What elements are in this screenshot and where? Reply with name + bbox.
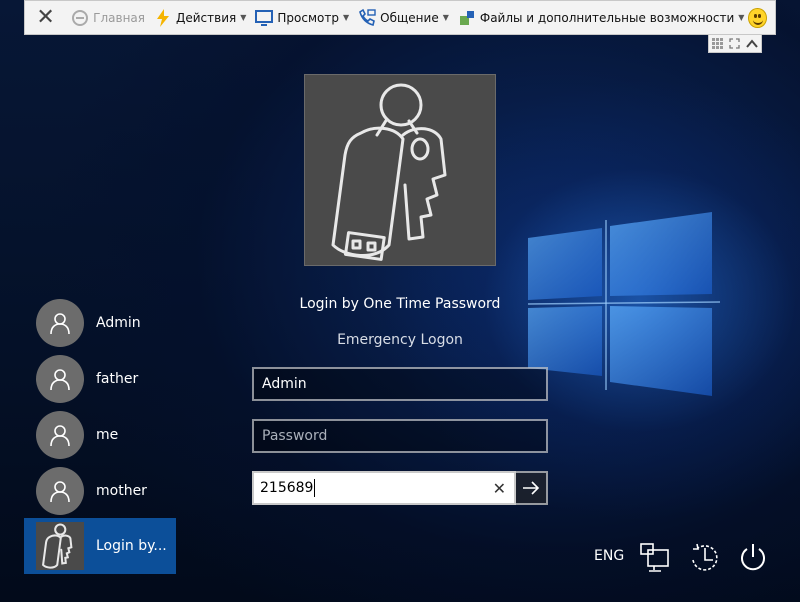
arrow-right-icon [523, 481, 540, 495]
password-field[interactable]: Password [252, 419, 548, 453]
submit-button[interactable] [516, 471, 548, 505]
toolbar-subbar [708, 35, 762, 53]
communication-menu[interactable]: Общение ▼ [353, 1, 453, 34]
files-label: Файлы и дополнительные возможности [479, 10, 735, 25]
username-value: Admin [262, 376, 307, 392]
chevron-up-icon[interactable] [746, 38, 758, 49]
user-name: father [96, 371, 139, 387]
keys-icon [42, 523, 73, 569]
user-name: Login by... [96, 538, 167, 554]
avatar [36, 467, 84, 515]
user-item-mother[interactable]: mother [24, 463, 224, 519]
chevron-down-icon: ▼ [342, 13, 350, 22]
user-item-me[interactable]: me [24, 407, 224, 463]
close-button[interactable]: ✕ [25, 1, 66, 34]
person-icon [50, 481, 70, 503]
clear-icon[interactable]: ✕ [493, 479, 506, 498]
user-name: me [96, 427, 119, 443]
ease-of-access-icon[interactable] [688, 540, 722, 574]
user-name: mother [96, 483, 147, 499]
page-title: Login by One Time Password [299, 296, 501, 312]
otp-value: 215689 [260, 480, 314, 496]
chevron-down-icon: ▼ [442, 13, 449, 22]
phone-chat-icon [359, 8, 376, 26]
grid-icon[interactable] [711, 37, 724, 50]
emergency-logon-link[interactable]: Emergency Logon [252, 332, 548, 348]
password-placeholder: Password [262, 428, 328, 444]
user-item-father[interactable]: father [24, 351, 224, 407]
files-menu[interactable]: Файлы и дополнительные возможности ▼ [453, 1, 749, 34]
avatar [36, 299, 84, 347]
otp-key-tile [304, 74, 496, 266]
communication-label: Общение [380, 10, 439, 25]
user-list: Admin father me mother Login by... [24, 295, 224, 574]
avatar [36, 522, 84, 570]
person-icon [50, 369, 70, 391]
user-item-otp-selected[interactable]: Login by... [24, 518, 176, 574]
puzzle-icon [459, 10, 474, 25]
avatar [36, 411, 84, 459]
lightning-icon [157, 8, 169, 27]
remote-toolbar: ✕ Главная Действия ▼ Просмотр ▼ Общение … [24, 0, 776, 35]
chevron-down-icon: ▼ [240, 13, 247, 22]
user-item-admin[interactable]: Admin [24, 295, 224, 351]
text-caret [314, 479, 316, 497]
view-label: Просмотр [277, 10, 339, 25]
home-icon [72, 9, 89, 26]
view-menu[interactable]: Просмотр ▼ [250, 1, 353, 34]
feedback-smiley-icon[interactable] [748, 7, 767, 28]
power-icon[interactable] [736, 540, 770, 574]
home-label: Главная [93, 10, 145, 25]
close-icon: ✕ [36, 5, 55, 30]
chevron-down-icon: ▼ [738, 13, 745, 22]
language-indicator[interactable]: ENG [594, 548, 624, 564]
home-button[interactable]: Главная [66, 1, 149, 34]
actions-label: Действия [176, 10, 237, 25]
expand-icon[interactable] [729, 38, 741, 49]
keys-icon [331, 83, 447, 261]
user-name: Admin [96, 315, 141, 331]
person-icon [50, 313, 70, 335]
actions-menu[interactable]: Действия ▼ [149, 1, 250, 34]
username-field[interactable]: Admin [252, 367, 548, 401]
person-icon [50, 425, 70, 447]
otp-row: 215689 ✕ [252, 471, 548, 505]
network-icon[interactable] [638, 540, 672, 574]
monitor-icon [255, 9, 274, 26]
avatar [36, 355, 84, 403]
otp-input[interactable]: 215689 ✕ [252, 471, 516, 505]
